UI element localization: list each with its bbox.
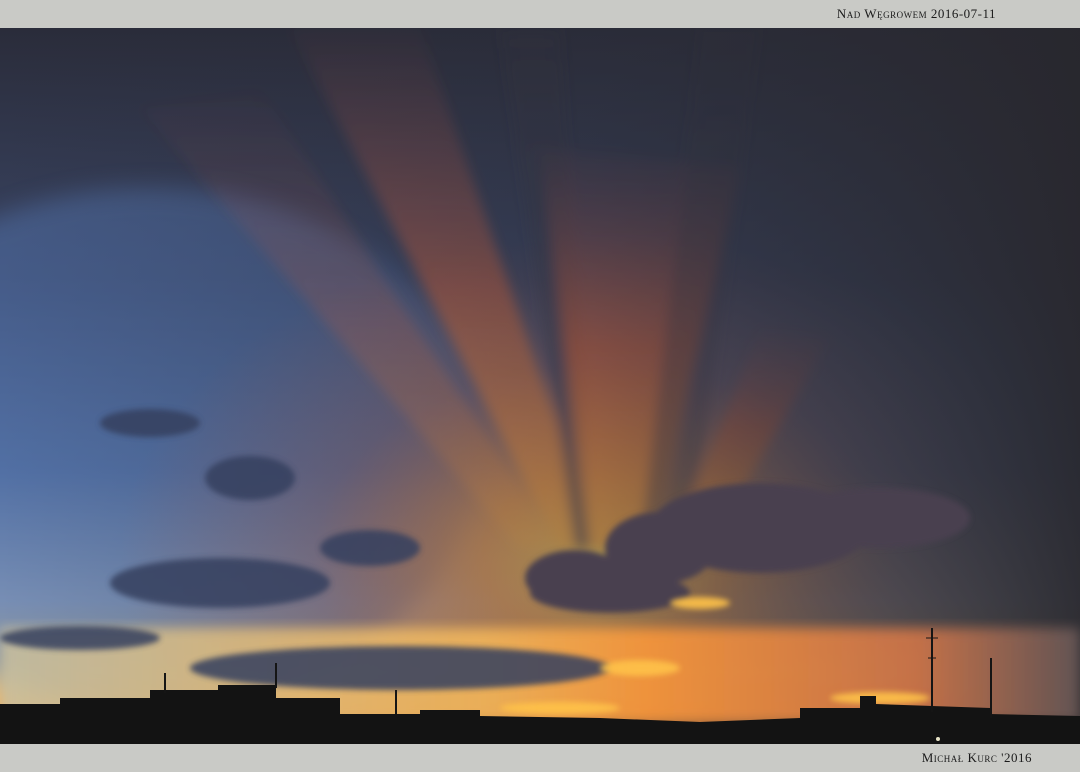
photo-title-caption: Nad Węgrowem 2016-07-11: [836, 6, 996, 21]
sunset-photo: [0, 28, 1080, 744]
sunset-image: [0, 28, 1080, 744]
photographer-credit-caption: Michał Kurc '2016: [921, 750, 1032, 765]
